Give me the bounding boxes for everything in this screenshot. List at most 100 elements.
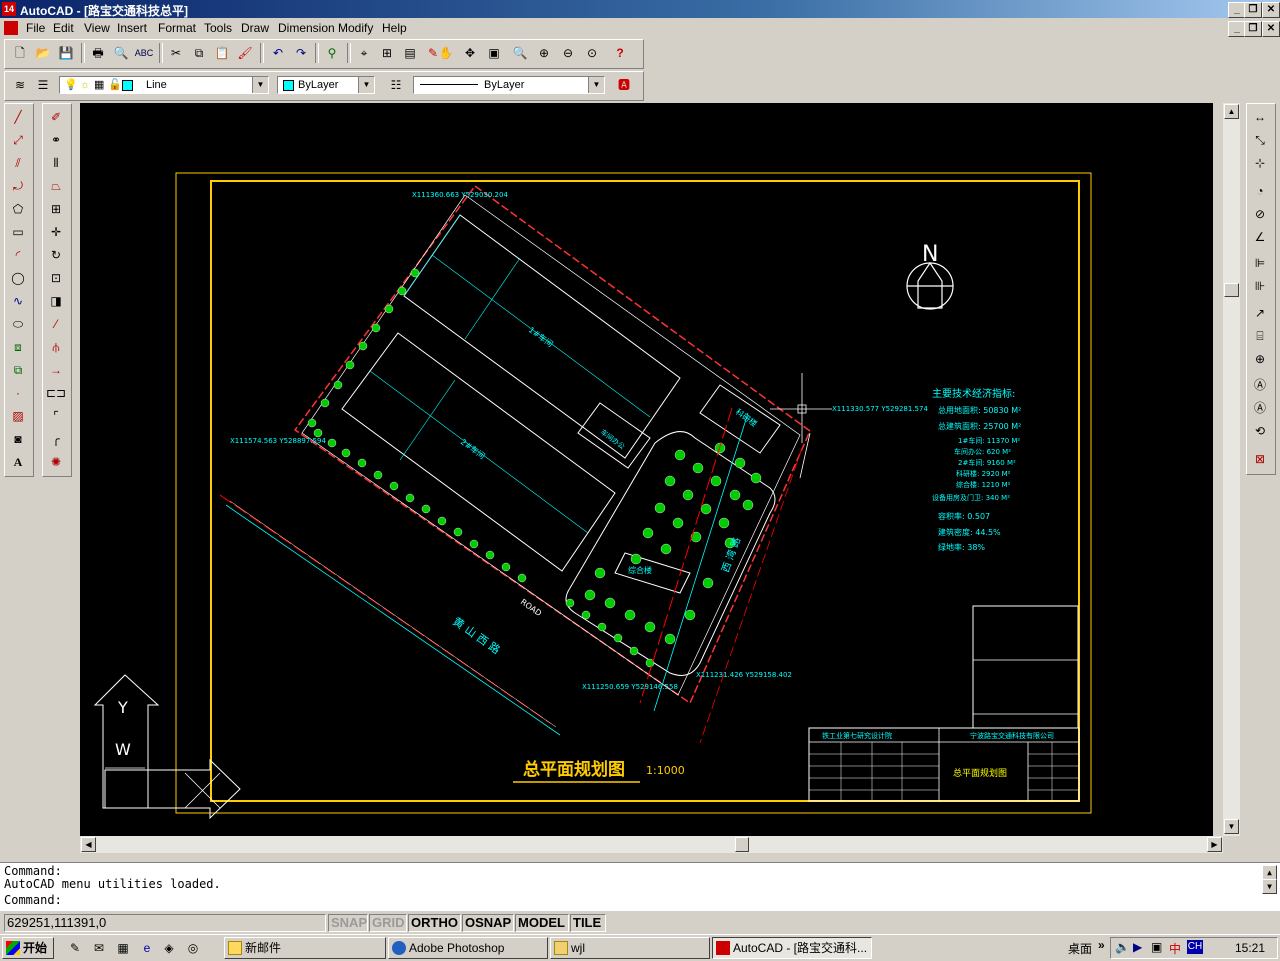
polyline-icon[interactable]: ⤾ xyxy=(7,175,29,197)
task-photoshop[interactable]: Adobe Photoshop xyxy=(388,937,548,959)
undo-icon[interactable]: ↶ xyxy=(267,42,289,64)
horizontal-scroll-thumb[interactable] xyxy=(735,837,749,852)
snap-toggle[interactable]: SNAP xyxy=(328,914,368,932)
dim-edit-icon[interactable]: Ⓐ xyxy=(1249,374,1271,396)
drawing-area[interactable]: 黄 山 西 路 西 湾 路 ROAD 1#车间 2#车间 科研楼 综合楼 车间办… xyxy=(80,103,1213,836)
point-icon[interactable]: · xyxy=(7,382,29,404)
diameter-dim-icon[interactable]: ⊘ xyxy=(1249,203,1271,225)
language-indicator[interactable]: CH xyxy=(1187,940,1203,954)
scroll-right-icon[interactable]: ▶ xyxy=(1207,837,1222,852)
autocad-app-icon[interactable]: 14 xyxy=(2,2,16,16)
aligned-dim-icon[interactable]: ⤡ xyxy=(1249,129,1271,151)
menu-edit[interactable]: Edit xyxy=(53,21,74,35)
save-icon[interactable]: 💾 xyxy=(55,42,77,64)
array-icon[interactable]: ⊞ xyxy=(45,198,67,220)
make-block-icon[interactable]: ⧉ xyxy=(7,359,29,381)
command-scroll-up-icon[interactable]: ▲ xyxy=(1262,865,1277,880)
toolbar-expand-icon[interactable]: » xyxy=(1098,938,1105,952)
paste-icon[interactable]: 📋 xyxy=(211,42,233,64)
clock[interactable]: 15:21 xyxy=(1235,941,1265,955)
print-icon[interactable]: 🖶 xyxy=(87,42,109,64)
quicklaunch-pen-icon[interactable]: ✎ xyxy=(64,937,86,959)
doc-restore-icon[interactable]: ❐ xyxy=(1244,21,1262,37)
menu-insert[interactable]: Insert xyxy=(117,21,147,35)
copy-object-icon[interactable]: ⚭ xyxy=(45,129,67,151)
menu-file[interactable]: File xyxy=(26,21,45,35)
network-icon[interactable]: ▣ xyxy=(1151,940,1162,954)
task-folder-wjl[interactable]: wjl xyxy=(550,937,710,959)
vertical-scrollbar[interactable]: ▲ ▼ xyxy=(1223,103,1240,836)
grid-toggle[interactable]: GRID xyxy=(369,914,407,932)
preview-icon[interactable]: 🔍 xyxy=(110,42,132,64)
hyperlink-icon[interactable]: ⚲ xyxy=(321,42,343,64)
linetype-icon[interactable]: ☷ xyxy=(385,74,407,96)
multiline-icon[interactable]: ⫽ xyxy=(7,152,29,174)
layer-dropdown[interactable]: 💡 ☼ ▦ 🔓 Line ▼ xyxy=(59,76,269,94)
insert-block-icon[interactable]: ⧈ xyxy=(7,336,29,358)
model-toggle[interactable]: MODEL xyxy=(515,914,569,932)
drawing-svg[interactable]: 黄 山 西 路 西 湾 路 ROAD 1#车间 2#车间 科研楼 综合楼 车间办… xyxy=(80,103,1213,836)
coordinate-display[interactable]: 629251,111391,0 xyxy=(4,914,326,932)
break-icon[interactable]: ⊏⊐ xyxy=(45,382,67,404)
erase-icon[interactable]: ✐ xyxy=(45,106,67,128)
title-bar[interactable]: 14 AutoCAD - [路宝交通科技总平] _ ❐ ✕ xyxy=(0,0,1280,18)
ellipse-icon[interactable]: ⬭ xyxy=(7,313,29,335)
match-properties-icon[interactable]: 🖌 xyxy=(234,42,256,64)
ucs-icon[interactable]: ⊞ xyxy=(376,42,398,64)
quicklaunch-show-desktop-icon[interactable]: ◈ xyxy=(158,937,180,959)
multiline-text-icon[interactable]: A xyxy=(7,451,29,473)
document-icon[interactable] xyxy=(4,21,18,35)
zoom-extents-icon[interactable]: ⊙ xyxy=(581,42,603,64)
properties-icon[interactable]: 🅰 xyxy=(613,74,635,96)
construction-line-icon[interactable]: ⤢ xyxy=(7,129,29,151)
aerial-view-icon[interactable]: ✥ xyxy=(459,42,481,64)
make-layer-current-icon[interactable]: ≋ xyxy=(9,74,31,96)
extend-icon[interactable]: → xyxy=(45,359,67,381)
angular-dim-icon[interactable]: ∠ xyxy=(1249,226,1271,248)
chamfer-icon[interactable]: ⌜ xyxy=(45,405,67,427)
menu-modify[interactable]: Modify xyxy=(338,21,373,35)
menu-tools[interactable]: Tools xyxy=(204,21,232,35)
scale-icon[interactable]: ⊡ xyxy=(45,267,67,289)
spline-icon[interactable]: ∿ xyxy=(7,290,29,312)
rotate-icon[interactable]: ↻ xyxy=(45,244,67,266)
chevron-down-icon[interactable]: ▼ xyxy=(358,77,374,93)
trim-icon[interactable]: ⫛ xyxy=(45,336,67,358)
new-icon[interactable]: 🗋 xyxy=(9,42,31,64)
baseline-dim-icon[interactable]: ⊫ xyxy=(1249,252,1271,274)
scroll-up-icon[interactable]: ▲ xyxy=(1224,104,1239,119)
linetype-dropdown[interactable]: ByLayer ▼ xyxy=(413,76,605,94)
rectangle-icon[interactable]: ▭ xyxy=(7,221,29,243)
offset-icon[interactable]: ⏢ xyxy=(45,175,67,197)
quicklaunch-explorer-icon[interactable]: ▦ xyxy=(112,937,134,959)
command-scroll-down-icon[interactable]: ▼ xyxy=(1262,879,1277,894)
restore-icon[interactable]: ❐ xyxy=(1244,2,1262,18)
circle-icon[interactable]: ◯ xyxy=(7,267,29,289)
quicklaunch-ie-icon[interactable]: e xyxy=(136,937,158,959)
task-new-mail[interactable]: 新邮件 xyxy=(224,937,386,959)
task-autocad[interactable]: AutoCAD - [路宝交通科... xyxy=(712,937,872,959)
named-views-icon[interactable]: ▣ xyxy=(483,42,505,64)
zoom-realtime-icon[interactable]: 🔍 xyxy=(509,42,531,64)
desktop-toolbar-label[interactable]: 桌面 xyxy=(1068,940,1092,957)
tolerance-icon[interactable]: ⌸ xyxy=(1249,325,1271,347)
continue-dim-icon[interactable]: ⊪ xyxy=(1249,275,1271,297)
tile-toggle[interactable]: TILE xyxy=(570,914,606,932)
vertical-scroll-thumb[interactable] xyxy=(1224,283,1239,297)
redo-icon[interactable]: ↷ xyxy=(290,42,312,64)
fillet-icon[interactable]: ╭ xyxy=(45,428,67,450)
volume-icon[interactable]: 🔈 xyxy=(1115,940,1130,954)
ordinate-dim-icon[interactable]: ⊹ xyxy=(1249,152,1271,174)
close-icon[interactable]: ✕ xyxy=(1262,2,1280,18)
polygon-icon[interactable]: ⬠ xyxy=(7,198,29,220)
menu-view[interactable]: View xyxy=(84,21,110,35)
lengthen-icon[interactable]: ⁄ xyxy=(45,313,67,335)
dim-style-icon[interactable]: ⊠ xyxy=(1249,448,1271,470)
media-play-icon[interactable]: ▶ xyxy=(1133,940,1142,954)
menu-format[interactable]: Format xyxy=(158,21,196,35)
menu-help[interactable]: Help xyxy=(382,21,407,35)
command-prompt[interactable]: Command: xyxy=(4,893,62,907)
hatch-icon[interactable]: ▨ xyxy=(7,405,29,427)
pan-realtime-icon[interactable]: ✋ xyxy=(435,42,457,64)
radius-dim-icon[interactable]: ◔ xyxy=(1249,180,1271,202)
